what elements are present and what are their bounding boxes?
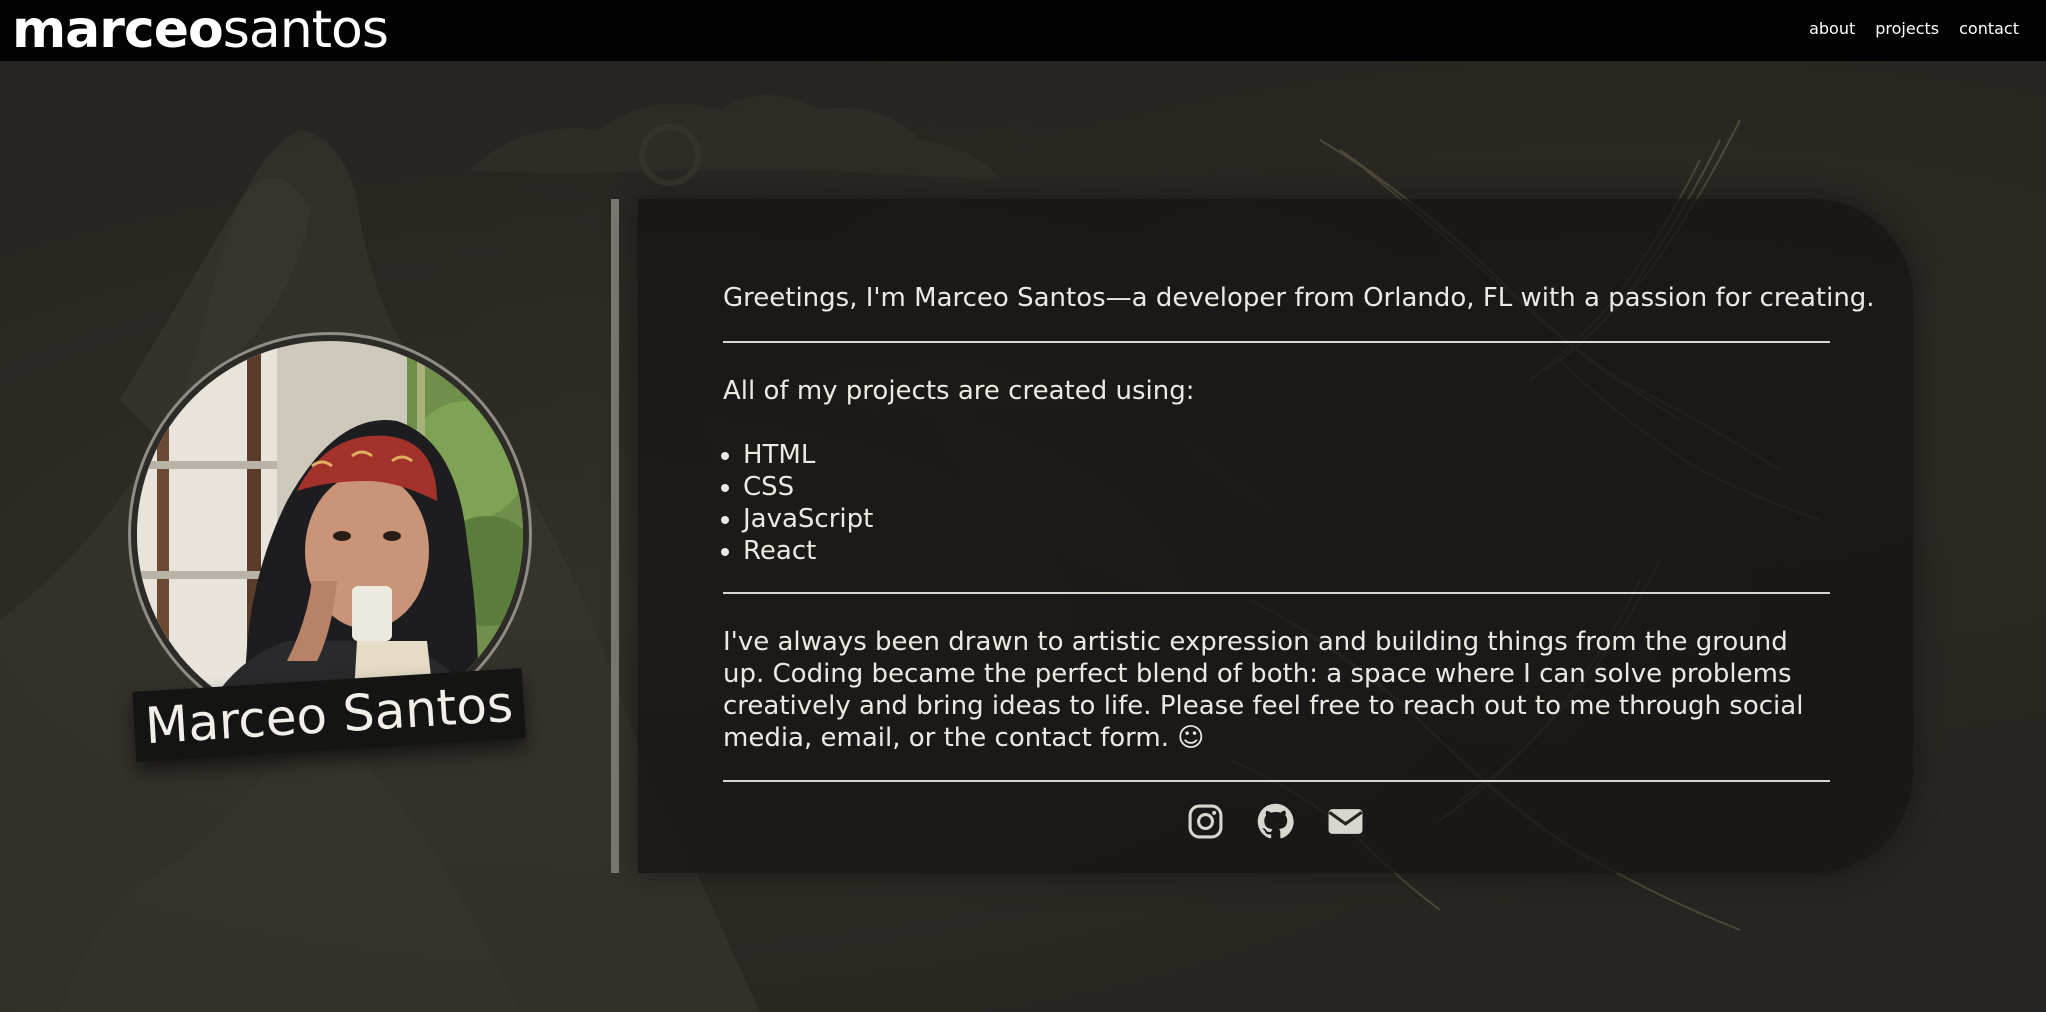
avatar	[137, 341, 523, 727]
vertical-divider	[611, 199, 619, 873]
github-icon[interactable]	[1257, 803, 1294, 840]
tech-item: JavaScript	[743, 503, 1831, 535]
instagram-icon[interactable]	[1187, 803, 1224, 840]
about-content: Greetings, I'm Marceo Santos—a developer…	[723, 275, 1875, 782]
email-icon[interactable]	[1327, 803, 1364, 840]
tech-item: HTML	[743, 439, 1831, 471]
tech-item: React	[743, 535, 1831, 567]
logo-first-part: marceo	[12, 0, 224, 60]
bio-text: I've always been drawn to artistic expre…	[723, 627, 1804, 753]
greeting-text: Greetings, I'm Marceo Santos—a developer…	[723, 283, 1875, 313]
site-logo[interactable]: marceosantos	[12, 0, 389, 61]
divider-3	[723, 780, 1830, 782]
logo-second-part: santos	[222, 0, 389, 60]
tech-intro-text: All of my projects are created using:	[723, 376, 1195, 406]
avatar-photo	[137, 341, 523, 727]
top-navbar: marceosantos about projects contact	[0, 0, 2046, 61]
page: marceosantos about projects contact Marc…	[0, 0, 2046, 1012]
divider-1	[723, 341, 1830, 343]
nav-link-projects[interactable]: projects	[1875, 19, 1939, 38]
tech-list: HTML CSS JavaScript React	[723, 439, 1831, 567]
nav-links: about projects contact	[1809, 0, 2019, 57]
divider-2	[723, 592, 1830, 594]
social-links	[1187, 803, 1364, 840]
tech-item: CSS	[743, 471, 1831, 503]
nav-link-contact[interactable]: contact	[1959, 19, 2019, 38]
nav-link-about[interactable]: about	[1809, 19, 1855, 38]
